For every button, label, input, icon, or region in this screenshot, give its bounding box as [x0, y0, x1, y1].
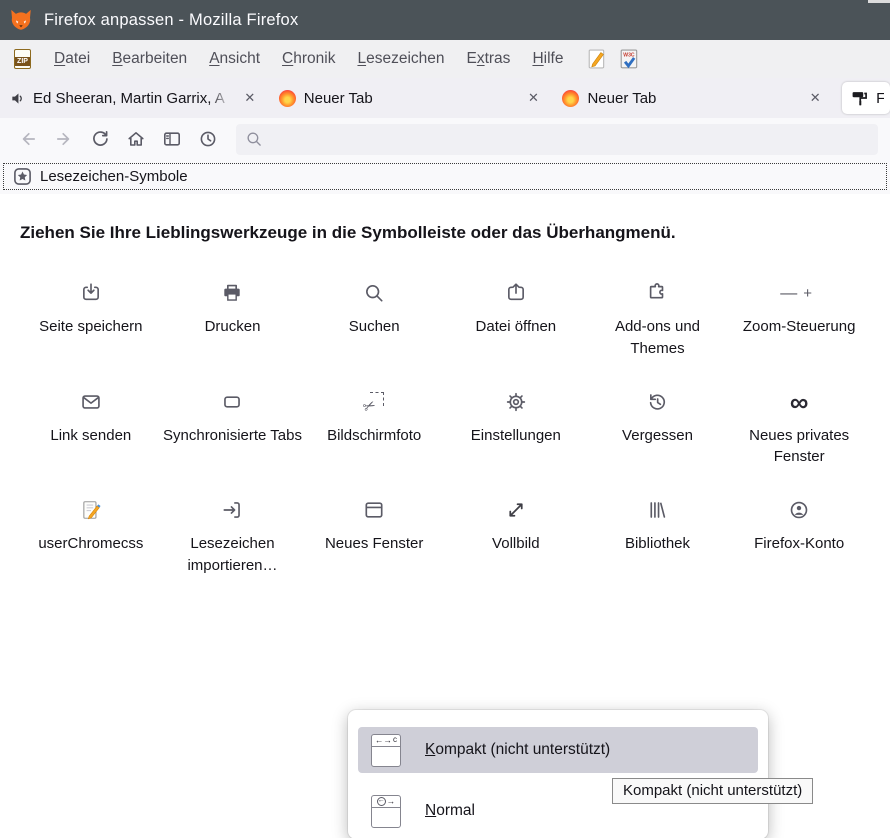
menu-lesezeichen[interactable]: Lesezeichen [346, 50, 455, 68]
menu-hilfe[interactable]: Hilfe [521, 50, 574, 68]
tab-close-icon[interactable]: ✕ [524, 89, 542, 107]
tab-3[interactable]: Neuer Tab ✕ [552, 78, 834, 118]
tab-title: Neuer Tab [587, 90, 800, 107]
forward-button[interactable] [46, 124, 82, 154]
window-title: Firefox anpassen - Mozilla Firefox [44, 11, 298, 30]
import-bookmarks-icon [221, 498, 243, 522]
tool-new-window[interactable]: Neues Fenster [303, 498, 445, 577]
tab-title: Ed Sheeran, Martin Garrix, A [33, 90, 235, 107]
tab-title: F [876, 90, 884, 107]
tool-import-bookmarks[interactable]: Lesezeichen importieren… [162, 498, 304, 577]
tool-synced-tabs[interactable]: Synchronisierte Tabs [162, 390, 304, 469]
tool-open-file[interactable]: Datei öffnen [445, 281, 587, 360]
customize-icon [851, 90, 868, 107]
firefox-icon [562, 90, 579, 107]
tab-4[interactable]: F [842, 82, 890, 114]
open-file-icon [505, 281, 527, 305]
zoom-controls-icon: —+ [780, 281, 818, 305]
tool-print[interactable]: Drucken [162, 281, 304, 360]
density-option-label: Normal [425, 802, 475, 820]
bookmarks-drop-target[interactable]: Lesezeichen-Symbole [3, 163, 887, 190]
synced-tabs-icon [221, 390, 243, 414]
menu-ansicht[interactable]: Ansicht [198, 50, 271, 68]
density-normal-icon: ←→ [371, 795, 401, 828]
bookmarks-toolbar: Lesezeichen-Symbole [0, 160, 890, 194]
w3c-validator-icon[interactable]: W3C [620, 49, 639, 70]
back-button[interactable] [10, 124, 46, 154]
audio-icon [10, 91, 25, 106]
firefox-icon [279, 90, 296, 107]
tool-addons-puzzle[interactable]: Add-ons und Themes [587, 281, 729, 360]
bookmark-star-icon [13, 167, 32, 186]
tool-private-mask[interactable]: ∞ Neues privates Fenster [728, 390, 870, 469]
menu-extras[interactable]: Extras [456, 50, 522, 68]
search-icon [363, 281, 385, 305]
reload-button[interactable] [82, 124, 118, 154]
zip-attachment-icon[interactable]: ZIP [14, 49, 31, 69]
density-option-label: Kompakt (nicht unterstützt) [425, 741, 610, 759]
density-option-kompakt[interactable]: ←→c Kompakt (nicht unterstützt) [358, 727, 758, 773]
print-icon [221, 281, 243, 305]
menu-bearbeiten[interactable]: Bearbeiten [101, 50, 198, 68]
tab-title: Neuer Tab [304, 90, 519, 107]
tool-settings-gear[interactable]: Einstellungen [445, 390, 587, 469]
tool-library[interactable]: Bibliothek [587, 498, 729, 577]
library-icon [646, 498, 668, 522]
history-clock-button[interactable] [190, 124, 226, 154]
tool-email-link[interactable]: Link senden [20, 390, 162, 469]
density-menu-popup: ←→c Kompakt (nicht unterstützt) ←→ Norma… [348, 710, 768, 838]
tooltip: Kompakt (nicht unterstützt) [612, 778, 813, 804]
tool-forget-clock[interactable]: Vergessen [587, 390, 729, 469]
density-compact-icon: ←→c [371, 734, 401, 767]
tool-userchrome-extension[interactable]: userChromecss [20, 498, 162, 577]
tool-screenshot[interactable]: ✂ Bildschirmfoto [303, 390, 445, 469]
edit-note-icon[interactable] [588, 49, 606, 69]
userchrome-extension-icon [80, 498, 102, 522]
account-icon [788, 498, 810, 522]
tab-bar: Ed Sheeran, Martin Garrix, A ✕ Neuer Tab… [0, 78, 890, 118]
tool-search[interactable]: Suchen [303, 281, 445, 360]
sidebar-button[interactable] [154, 124, 190, 154]
firefox-logo-icon [8, 7, 34, 33]
menu-chronik[interactable]: Chronik [271, 50, 346, 68]
tool-save-page[interactable]: Seite speichern [20, 281, 162, 360]
private-mask-icon: ∞ [790, 390, 809, 414]
menu-bar: ZIP DateiBearbeitenAnsichtChronikLesezei… [0, 40, 890, 78]
tab-2[interactable]: Neuer Tab ✕ [269, 78, 553, 118]
settings-gear-icon [505, 390, 527, 414]
tool-zoom-controls[interactable]: —+ Zoom-Steuerung [728, 281, 870, 360]
tab-close-icon[interactable]: ✕ [806, 89, 824, 107]
url-search-field[interactable] [236, 124, 878, 155]
menu-datei[interactable]: Datei [43, 50, 101, 68]
tool-account[interactable]: Firefox-Konto [728, 498, 870, 577]
fullscreen-icon [505, 498, 527, 522]
addons-puzzle-icon [646, 281, 668, 305]
tab-1[interactable]: Ed Sheeran, Martin Garrix, A ✕ [0, 78, 269, 118]
page-title: Ziehen Sie Ihre Lieblingswerkzeuge in di… [20, 223, 870, 243]
new-window-icon [363, 498, 385, 522]
window-titlebar: Firefox anpassen - Mozilla Firefox [0, 0, 890, 40]
search-icon [245, 130, 263, 148]
navigation-toolbar [0, 118, 890, 160]
screen-edge-notch [868, 0, 890, 3]
bookmarks-item-label: Lesezeichen-Symbole [40, 168, 188, 185]
customize-tools-palette: Seite speichern Drucken Suchen Datei öff… [20, 281, 870, 577]
save-page-icon [80, 281, 102, 305]
home-button[interactable] [118, 124, 154, 154]
email-link-icon [80, 390, 102, 414]
tool-fullscreen[interactable]: Vollbild [445, 498, 587, 577]
forget-clock-icon [646, 390, 668, 414]
tab-close-icon[interactable]: ✕ [241, 89, 259, 107]
screenshot-icon: ✂ [363, 390, 385, 414]
